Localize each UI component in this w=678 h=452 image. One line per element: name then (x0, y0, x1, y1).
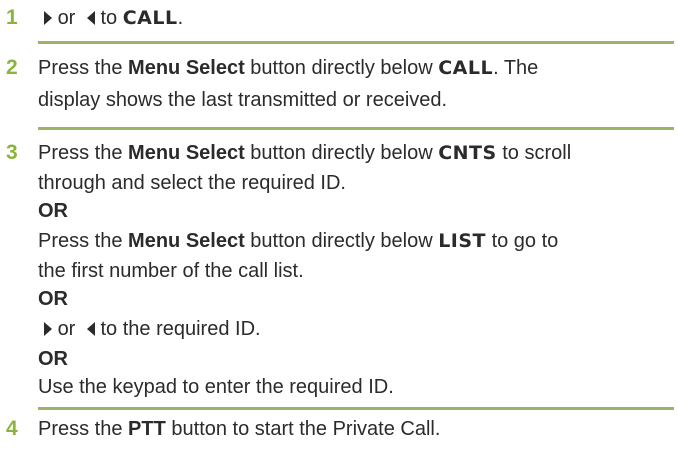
right-arrow-icon (44, 322, 52, 336)
step-content: Press the PTT button to start the Privat… (38, 413, 678, 445)
left-arrow-icon (86, 322, 95, 336)
step-line: or to the required ID. (38, 313, 678, 345)
step-number: 2 (6, 56, 18, 79)
procedure-steps: 1 or to CALL. 2 Press the Menu Select bu… (0, 0, 678, 452)
step-line: Press the PTT button to start the Privat… (38, 418, 441, 440)
or-label: OR (38, 288, 68, 310)
ptt-label: PTT (128, 418, 166, 440)
display-text-cnts: CNTS (438, 142, 497, 164)
menu-select-label: Menu Select (128, 57, 245, 79)
step-text: or to CALL. (38, 2, 678, 34)
step-content: Press the Menu Select button directly be… (38, 137, 678, 401)
step-line: Press the Menu Select button directly be… (38, 57, 539, 79)
or-label: OR (38, 200, 68, 222)
to-text: to (100, 7, 118, 29)
step-number: 1 (6, 6, 18, 29)
step-number: 4 (6, 417, 18, 440)
period-text: . (177, 7, 184, 29)
step-line: Use the keypad to enter the required ID. (38, 376, 394, 398)
step-line: Press the Menu Select button directly be… (38, 230, 559, 252)
step-line: the first number of the call list. (38, 260, 304, 282)
or-text: or (57, 7, 76, 29)
display-text-list: LIST (438, 230, 487, 252)
right-arrow-icon (44, 11, 52, 25)
step-line: display shows the last transmitted or re… (38, 89, 448, 111)
step-number: 3 (6, 141, 18, 164)
divider (38, 407, 674, 410)
left-arrow-icon (86, 11, 95, 25)
menu-select-label: Menu Select (128, 142, 245, 164)
divider (38, 127, 674, 130)
display-text-call: CALL (438, 57, 494, 79)
step-line: through and select the required ID. (38, 172, 346, 194)
or-label: OR (38, 348, 68, 370)
display-text-call: CALL (122, 7, 178, 29)
step-line: Press the Menu Select button directly be… (38, 142, 572, 164)
divider (38, 41, 674, 44)
step-content: or to CALL. (38, 2, 678, 34)
step-content: Press the Menu Select button directly be… (38, 52, 678, 116)
menu-select-label: Menu Select (128, 230, 245, 252)
